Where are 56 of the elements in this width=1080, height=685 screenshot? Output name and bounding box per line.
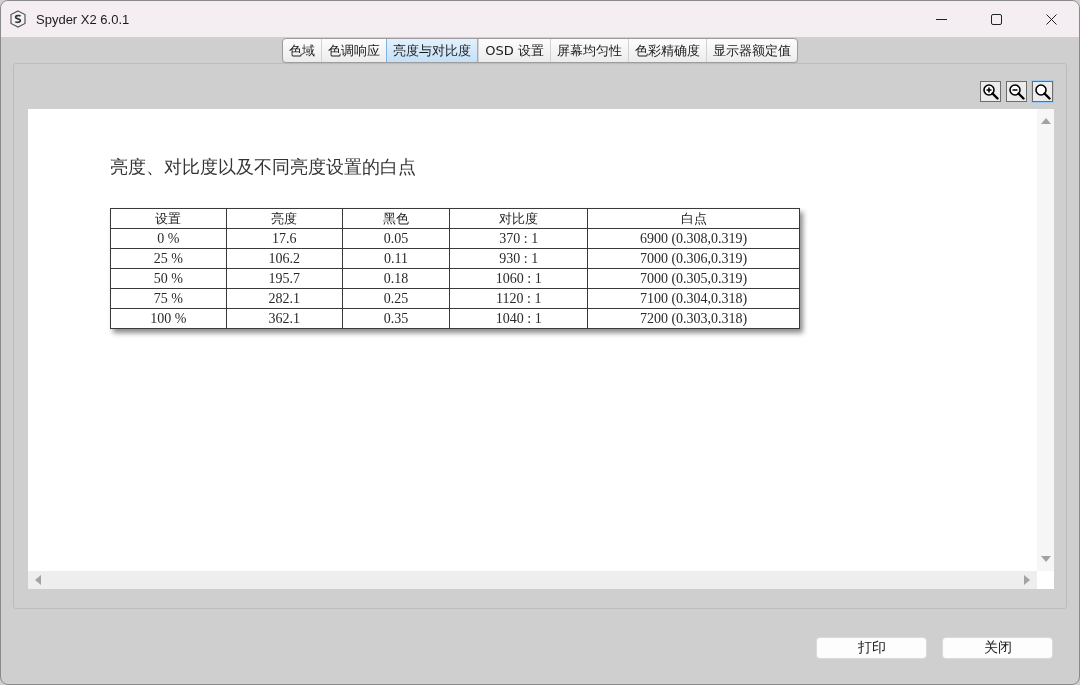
table-cell: 50 % bbox=[110, 268, 227, 289]
column-header: 亮度 bbox=[226, 208, 343, 229]
vertical-scrollbar[interactable] bbox=[1037, 109, 1054, 571]
column-header: 对比度 bbox=[449, 208, 588, 229]
close-icon bbox=[1046, 13, 1057, 25]
tab[interactable]: 色域 bbox=[283, 39, 322, 62]
table-cell: 0.11 bbox=[342, 248, 450, 269]
table-cell: 195.7 bbox=[226, 268, 343, 289]
tab[interactable]: OSD 设置 bbox=[478, 39, 550, 62]
table-cell: 362.1 bbox=[226, 308, 343, 329]
table-cell: 25 % bbox=[110, 248, 227, 269]
horizontal-scrollbar[interactable] bbox=[28, 571, 1037, 589]
column-header: 黑色 bbox=[342, 208, 450, 229]
table-cell: 0.18 bbox=[342, 268, 450, 289]
zoom-in-icon bbox=[982, 83, 999, 100]
table-cell: 282.1 bbox=[226, 288, 343, 309]
table-cell: 75 % bbox=[110, 288, 227, 309]
tab[interactable]: 显示器额定值 bbox=[705, 39, 797, 62]
table-cell: 7100 (0.304,0.318) bbox=[587, 288, 800, 309]
table-cell: 0.05 bbox=[342, 228, 450, 249]
table-cell: 100 % bbox=[110, 308, 227, 329]
column-header: 白点 bbox=[587, 208, 800, 229]
zoom-out-icon bbox=[1008, 83, 1025, 100]
tab[interactable]: 色彩精确度 bbox=[627, 39, 706, 62]
table-cell: 1060 : 1 bbox=[449, 268, 588, 289]
print-button[interactable]: 打印 bbox=[816, 637, 927, 659]
table-cell: 7000 (0.305,0.319) bbox=[587, 268, 800, 289]
scroll-down-icon[interactable] bbox=[1040, 555, 1051, 563]
table-cell: 1120 : 1 bbox=[449, 288, 588, 309]
table-cell: 0 % bbox=[110, 228, 227, 249]
table-cell: 7200 (0.303,0.318) bbox=[587, 308, 800, 329]
table-cell: 1040 : 1 bbox=[449, 308, 588, 329]
table-cell: 106.2 bbox=[226, 248, 343, 269]
column-header: 设置 bbox=[110, 208, 227, 229]
tab[interactable]: 屏幕均匀性 bbox=[549, 39, 628, 62]
table-cell: 7000 (0.306,0.319) bbox=[587, 248, 800, 269]
minimize-icon bbox=[936, 18, 947, 20]
tab[interactable]: 亮度与对比度 bbox=[386, 39, 479, 62]
window-title: Spyder X2 6.0.1 bbox=[36, 11, 131, 27]
table-cell: 0.35 bbox=[342, 308, 450, 329]
report-heading: 亮度、对比度以及不同亮度设置的白点 bbox=[110, 156, 416, 178]
zoom-in-button[interactable] bbox=[980, 81, 1001, 102]
magnifier-icon bbox=[1034, 83, 1051, 100]
zoom-out-button[interactable] bbox=[1006, 81, 1027, 102]
close-dialog-button[interactable]: 关闭 bbox=[942, 637, 1053, 659]
table-cell: 370 : 1 bbox=[449, 228, 588, 249]
app-logo-icon bbox=[9, 10, 27, 28]
maximize-icon bbox=[991, 13, 1002, 25]
table-cell: 17.6 bbox=[226, 228, 343, 249]
scroll-up-icon[interactable] bbox=[1040, 117, 1051, 125]
scroll-left-icon[interactable] bbox=[34, 575, 42, 585]
scroll-right-icon[interactable] bbox=[1023, 575, 1031, 585]
table-cell: 930 : 1 bbox=[449, 248, 588, 269]
table-cell: 6900 (0.308,0.319) bbox=[587, 228, 800, 249]
table-cell: 0.25 bbox=[342, 288, 450, 309]
zoom-reset-button[interactable] bbox=[1032, 81, 1053, 102]
